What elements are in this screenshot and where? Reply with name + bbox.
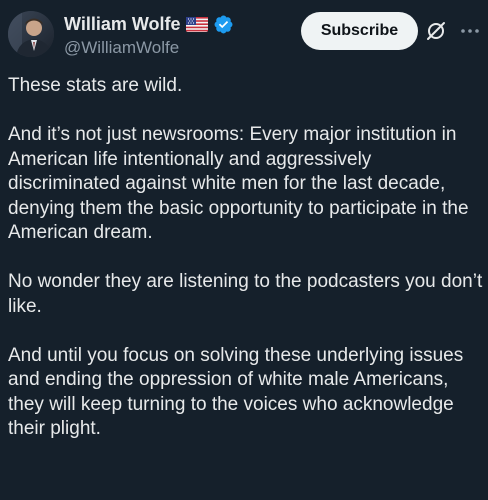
author-name-row: William Wolfe bbox=[64, 12, 234, 36]
avatar[interactable] bbox=[8, 11, 54, 57]
tweet-paragraph: And until you focus on solving these und… bbox=[8, 344, 464, 440]
tweet-paragraph: And it’s not just newsrooms: Every major… bbox=[8, 124, 469, 243]
more-options-icon[interactable] bbox=[458, 20, 482, 42]
tweet-paragraph: These stats are wild. bbox=[8, 75, 183, 96]
subscribe-button[interactable]: Subscribe bbox=[301, 12, 418, 50]
us-flag-icon bbox=[185, 16, 208, 32]
author-handle[interactable]: @WilliamWolfe bbox=[64, 38, 179, 58]
grok-icon[interactable] bbox=[425, 20, 447, 42]
author-display-name[interactable]: William Wolfe bbox=[64, 14, 181, 35]
tweet-paragraph: No wonder they are listening to the podc… bbox=[8, 271, 483, 317]
tweet-card: William Wolfe @WilliamWolfe Subscribe Th… bbox=[0, 0, 488, 500]
verified-badge-icon[interactable] bbox=[213, 14, 234, 35]
tweet-text: These stats are wild. And it’s not just … bbox=[8, 74, 484, 466]
tweet-header: William Wolfe @WilliamWolfe Subscribe bbox=[0, 0, 488, 70]
